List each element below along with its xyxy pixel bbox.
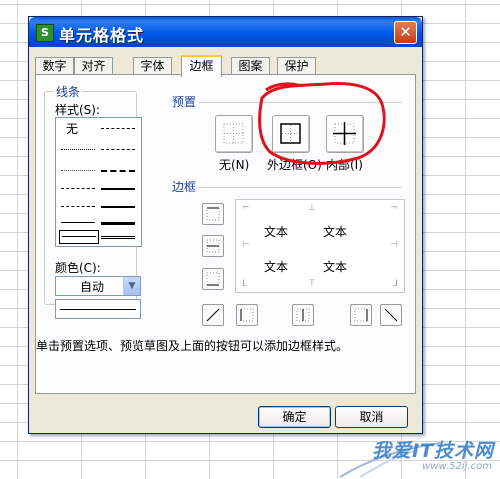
watermark-text: 我爱IT技术网 xyxy=(371,440,494,462)
border-right-button[interactable] xyxy=(350,304,372,326)
border-inner-vertical-icon xyxy=(296,308,310,322)
dialog-titlebar[interactable]: S 单元格格式 ✕ xyxy=(29,17,422,47)
line-style-list[interactable]: 无 xyxy=(55,117,142,247)
color-label: 颜色(C): xyxy=(55,261,101,275)
line-style-item[interactable] xyxy=(101,170,135,172)
border-tab-panel: 线条 样式(S): 无 颜色(C): 自动 ▼ 预置 无(N) 外边框(O) 内… xyxy=(35,74,416,394)
line-style-item[interactable] xyxy=(61,170,95,171)
preset-none-button[interactable] xyxy=(215,115,253,153)
line-style-item[interactable] xyxy=(61,206,95,207)
diagonal-down-icon xyxy=(384,308,398,322)
border-left-icon xyxy=(240,308,254,322)
preset-inside-icon xyxy=(333,122,356,145)
dialog-title: 单元格格式 xyxy=(59,26,145,45)
preset-outline-button[interactable] xyxy=(272,115,310,153)
hint-text: 单击预置选项、预览草图及上面的按钮可以添加边框样式。 xyxy=(36,339,349,353)
line-preview xyxy=(55,299,141,319)
app-icon: S xyxy=(36,24,54,42)
tab-number[interactable]: 数字 xyxy=(35,57,74,75)
border-separator xyxy=(199,187,402,188)
line-style-item[interactable] xyxy=(101,128,135,129)
border-preview[interactable]: ⌐ ⊥ ¬ ⊢ ⊣ L ⊤ ⅃ 文本 文本 文本 文本 xyxy=(235,199,405,293)
line-style-item[interactable] xyxy=(101,236,135,239)
border-bottom-button[interactable] xyxy=(202,268,224,290)
tab-pattern[interactable]: 图案 xyxy=(231,57,270,75)
preset-outline-label: 外边框(O) xyxy=(267,158,322,172)
chevron-down-icon[interactable]: ▼ xyxy=(123,277,140,295)
preset-inside-label: 内部(I) xyxy=(326,158,363,172)
line-style-item[interactable] xyxy=(101,149,135,150)
tab-font[interactable]: 字体 xyxy=(133,57,172,75)
close-button[interactable]: ✕ xyxy=(394,21,417,44)
corner-mark: ⊢ xyxy=(242,240,250,250)
corner-mark: ⌐ xyxy=(242,203,250,213)
color-combo-value: 自动 xyxy=(80,280,105,294)
watermark: 我爱IT技术网 www.52ij.com xyxy=(330,431,500,479)
preset-group-label: 预置 xyxy=(170,93,199,110)
corner-mark: ⊥ xyxy=(308,203,316,213)
ok-button[interactable]: 确定 xyxy=(258,406,331,428)
line-style-none[interactable]: 无 xyxy=(66,120,78,137)
line-style-item[interactable] xyxy=(101,222,135,225)
close-icon: ✕ xyxy=(399,23,412,41)
border-group-label: 边框 xyxy=(170,178,199,195)
preset-outline-icon xyxy=(280,123,301,144)
line-style-item[interactable] xyxy=(61,222,95,223)
line-style-selected[interactable] xyxy=(59,230,99,244)
tab-protection[interactable]: 保护 xyxy=(277,57,316,75)
preview-text: 文本 xyxy=(264,260,289,274)
preset-separator xyxy=(199,102,402,103)
corner-mark: L xyxy=(242,279,248,289)
preview-text: 文本 xyxy=(323,260,348,274)
corner-mark: ⅃ xyxy=(392,279,398,289)
border-diagonal-down-button[interactable] xyxy=(380,304,402,326)
preview-text: 文本 xyxy=(323,225,348,239)
preset-inside-button[interactable] xyxy=(326,115,364,153)
border-bottom-icon xyxy=(206,272,220,286)
corner-mark: ⊤ xyxy=(308,279,316,289)
border-inner-horizontal-icon xyxy=(206,239,220,253)
tab-alignment[interactable]: 对齐 xyxy=(74,57,113,75)
cancel-button[interactable]: 取消 xyxy=(335,406,408,428)
border-right-icon xyxy=(354,308,368,322)
color-combo[interactable]: 自动 ▼ xyxy=(55,276,141,296)
watermark-url: www.52ij.com xyxy=(422,461,492,472)
border-middle-horizontal-button[interactable] xyxy=(202,235,224,257)
corner-mark: ⊣ xyxy=(390,240,398,250)
corner-mark: ¬ xyxy=(390,203,398,213)
preview-text: 文本 xyxy=(264,225,289,239)
cell-format-dialog: S 单元格格式 ✕ 数字 对齐 字体 边框 图案 保护 线条 样式(S): 无 xyxy=(28,16,423,434)
diagonal-up-icon xyxy=(206,308,220,322)
style-label: 样式(S): xyxy=(55,103,101,117)
line-style-item[interactable] xyxy=(61,149,95,150)
preset-none-label: 无(N) xyxy=(219,158,250,172)
border-middle-vertical-button[interactable] xyxy=(292,304,314,326)
tab-border[interactable]: 边框 xyxy=(181,55,222,77)
border-top-button[interactable] xyxy=(202,203,224,225)
border-diagonal-up-button[interactable] xyxy=(202,304,224,326)
border-left-button[interactable] xyxy=(236,304,258,326)
line-style-item[interactable] xyxy=(61,188,95,189)
line-group-label: 线条 xyxy=(54,83,83,100)
line-style-item[interactable] xyxy=(101,188,135,190)
preset-none-icon xyxy=(223,123,244,144)
line-style-item[interactable] xyxy=(101,206,135,208)
border-top-icon xyxy=(206,207,220,221)
